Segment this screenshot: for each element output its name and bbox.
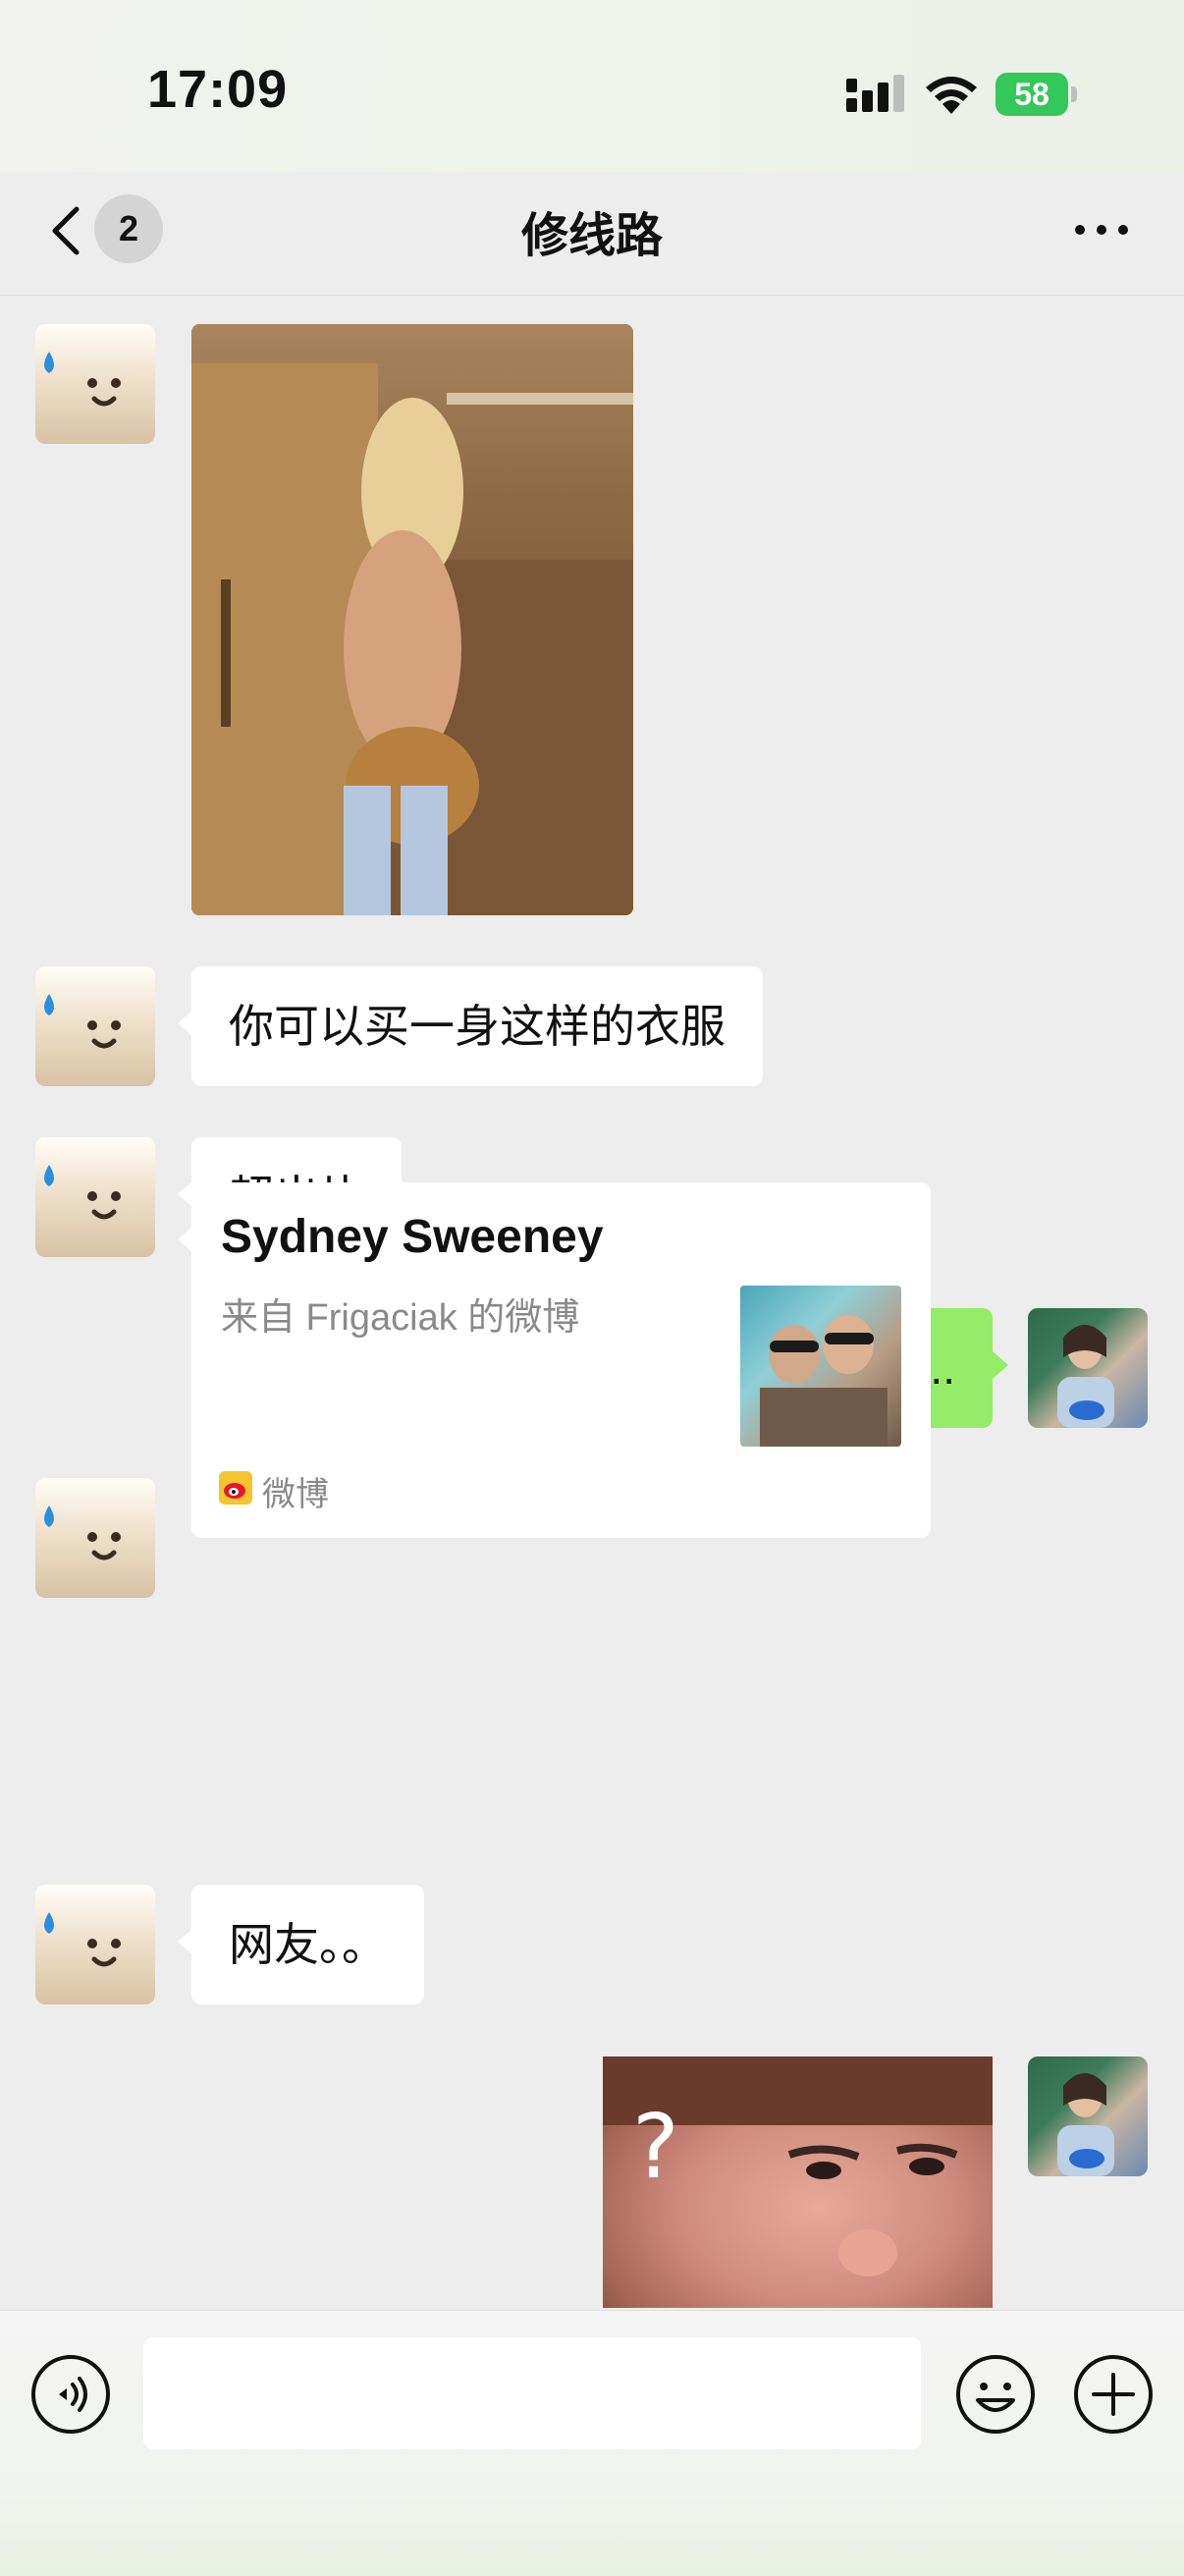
- contact-avatar[interactable]: [35, 324, 155, 444]
- link-card-message[interactable]: Sydney Sweeney 来自 Frigaciak 的微博 微博: [178, 1182, 931, 1538]
- my-avatar[interactable]: [1028, 1308, 1148, 1428]
- more-icon[interactable]: [1072, 218, 1131, 242]
- status-bar: 17:09 58: [0, 0, 1184, 172]
- cat-avatar-icon: [44, 352, 121, 407]
- user-photo: [1057, 2073, 1114, 2176]
- card-title: Sydney Sweeney: [221, 1211, 604, 1263]
- card-description: 来自 Frigaciak 的微博: [221, 1297, 580, 1339]
- message-list[interactable]: 你可以买一身这样的衣服 超出片 出给谁看... Sydney Sweeney 来…: [0, 296, 1184, 2309]
- user-photo: [1057, 1325, 1114, 1428]
- sticker-message[interactable]: ?: [603, 2056, 993, 2308]
- sticker-caption: ?: [632, 2096, 679, 2199]
- text-message[interactable]: 网友。。: [178, 1885, 424, 2004]
- my-avatar[interactable]: [1028, 2056, 1148, 2176]
- weibo-icon: [219, 1471, 252, 1505]
- image-message[interactable]: [191, 324, 633, 915]
- emoji-icon[interactable]: [954, 2353, 1037, 2436]
- text-message[interactable]: 你可以买一身这样的衣服: [178, 966, 763, 1086]
- thumbnail-photo: [760, 1315, 888, 1447]
- contact-avatar[interactable]: [35, 966, 155, 1086]
- contact-avatar[interactable]: [35, 1137, 155, 1257]
- cat-avatar-icon: [44, 1165, 121, 1220]
- signal-icon: [846, 75, 904, 112]
- battery-icon: 58: [996, 73, 1078, 116]
- battery-tip: [1071, 86, 1077, 102]
- card-source: 微博: [262, 1476, 329, 1513]
- wifi-icon: [926, 77, 977, 114]
- voice-icon[interactable]: [29, 2353, 112, 2436]
- plus-icon[interactable]: [1072, 2353, 1155, 2436]
- message-input[interactable]: [143, 2337, 921, 2449]
- card-thumbnail: [740, 1286, 901, 1447]
- status-time: 17:09: [147, 60, 289, 119]
- photo-content: [191, 363, 633, 915]
- battery-level: 58: [996, 73, 1068, 116]
- contact-avatar[interactable]: [35, 1478, 155, 1598]
- cat-avatar-icon: [44, 1912, 121, 1967]
- chat-title: 修线路: [520, 210, 663, 262]
- cat-avatar-icon: [44, 1506, 121, 1561]
- contact-avatar[interactable]: [35, 1885, 155, 2004]
- cat-avatar-icon: [44, 994, 121, 1049]
